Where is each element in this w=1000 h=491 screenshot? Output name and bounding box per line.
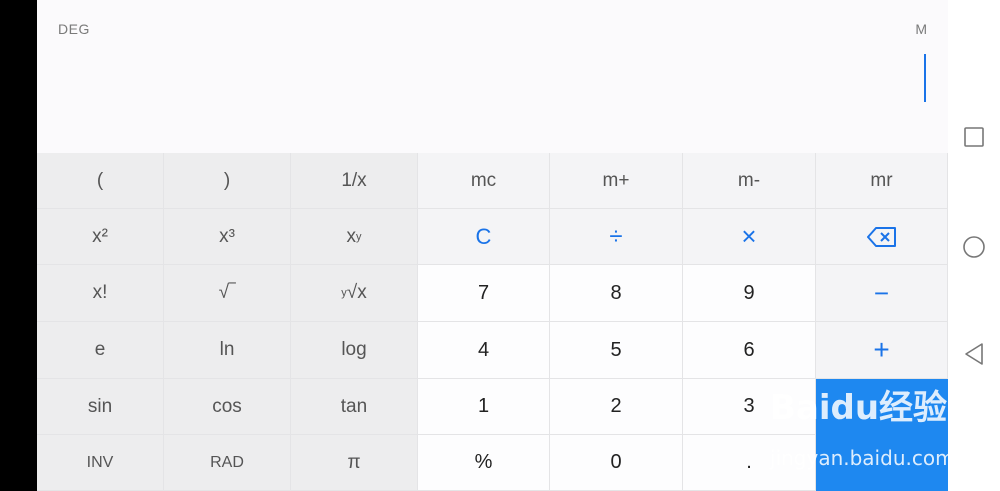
tan-key[interactable]: tan: [291, 379, 418, 435]
screen-edge: [0, 0, 37, 491]
power-key[interactable]: xy: [291, 209, 418, 265]
percent-key[interactable]: %: [418, 435, 550, 491]
calculator-app: DEG M ( ) 1/x mc m+ m- mr x² x³ xy C ÷ ×…: [37, 0, 948, 491]
input-cursor[interactable]: [924, 54, 926, 102]
factorial-key[interactable]: x!: [37, 265, 164, 322]
digit-9-key[interactable]: 9: [683, 265, 816, 322]
clear-key[interactable]: C: [418, 209, 550, 265]
square-key[interactable]: x²: [37, 209, 164, 265]
decimal-key[interactable]: .: [683, 435, 816, 491]
memory-clear-key[interactable]: mc: [418, 153, 550, 209]
ln-key[interactable]: ln: [164, 322, 291, 379]
equals-key[interactable]: [816, 379, 948, 491]
power-base: x: [346, 225, 357, 247]
reciprocal-key[interactable]: 1/x: [291, 153, 418, 209]
digit-7-key[interactable]: 7: [418, 265, 550, 322]
sin-key[interactable]: sin: [37, 379, 164, 435]
recent-apps-icon[interactable]: [964, 127, 984, 147]
log-key[interactable]: log: [291, 322, 418, 379]
root-radicand: √x: [346, 282, 367, 303]
angle-mode-indicator: DEG: [58, 21, 90, 37]
digit-3-key[interactable]: 3: [683, 379, 816, 435]
digit-4-key[interactable]: 4: [418, 322, 550, 379]
divide-key[interactable]: ÷: [550, 209, 683, 265]
cos-key[interactable]: cos: [164, 379, 291, 435]
inverse-key[interactable]: INV: [37, 435, 164, 491]
digit-2-key[interactable]: 2: [550, 379, 683, 435]
memory-indicator: M: [915, 21, 927, 37]
back-icon[interactable]: [963, 342, 985, 366]
digit-6-key[interactable]: 6: [683, 322, 816, 379]
keypad: ( ) 1/x mc m+ m- mr x² x³ xy C ÷ × x! √‾…: [37, 153, 948, 491]
minus-key[interactable]: −: [816, 265, 948, 322]
euler-key[interactable]: e: [37, 322, 164, 379]
square-root-key[interactable]: √‾: [164, 265, 291, 322]
backspace-icon: [866, 226, 896, 247]
memory-subtract-key[interactable]: m-: [683, 153, 816, 209]
navigation-bar: [948, 0, 1000, 491]
memory-recall-key[interactable]: mr: [816, 153, 948, 209]
home-icon[interactable]: [962, 235, 986, 259]
rad-deg-toggle-key[interactable]: RAD: [164, 435, 291, 491]
backspace-key[interactable]: [816, 209, 948, 265]
digit-8-key[interactable]: 8: [550, 265, 683, 322]
digit-5-key[interactable]: 5: [550, 322, 683, 379]
calculator-display: DEG M: [37, 0, 948, 153]
close-paren-key[interactable]: ): [164, 153, 291, 209]
power-exponent: y: [356, 230, 362, 243]
digit-0-key[interactable]: 0: [550, 435, 683, 491]
nth-root-key[interactable]: y √x: [291, 265, 418, 322]
plus-key[interactable]: +: [816, 322, 948, 379]
memory-add-key[interactable]: m+: [550, 153, 683, 209]
open-paren-key[interactable]: (: [37, 153, 164, 209]
cube-key[interactable]: x³: [164, 209, 291, 265]
digit-1-key[interactable]: 1: [418, 379, 550, 435]
pi-key[interactable]: π: [291, 435, 418, 491]
multiply-key[interactable]: ×: [683, 209, 816, 265]
